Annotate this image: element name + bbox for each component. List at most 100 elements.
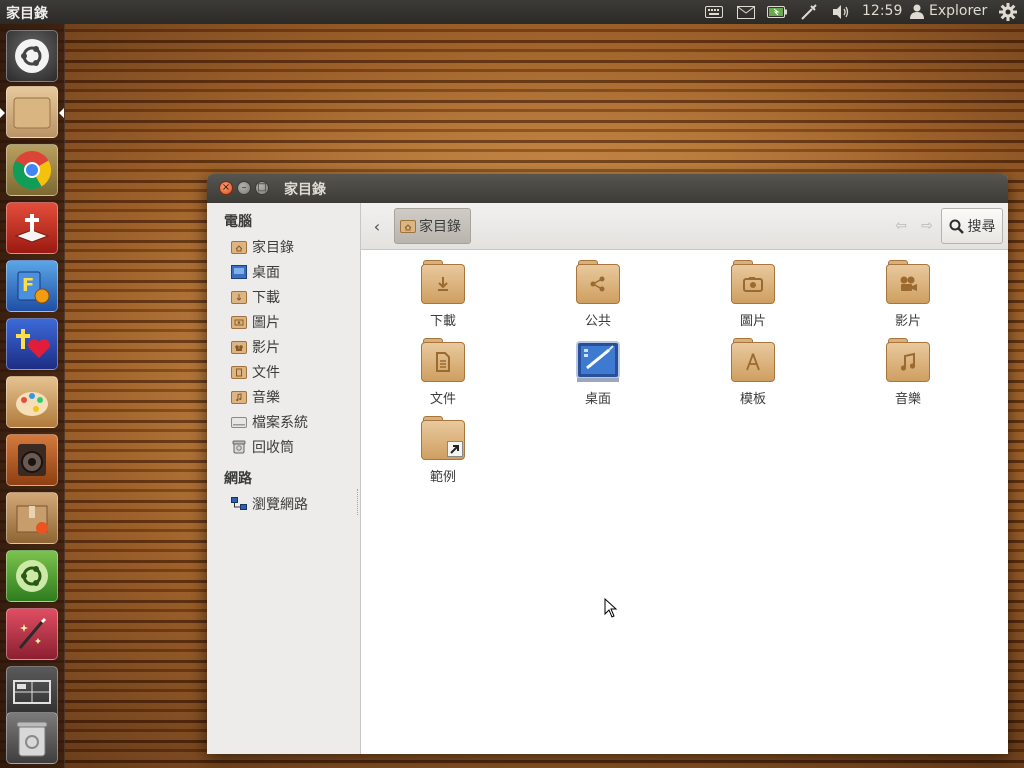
- public-folder-icon: [575, 260, 621, 306]
- clock[interactable]: 12:59: [862, 3, 902, 19]
- launcher-sound[interactable]: [6, 434, 58, 486]
- launcher-workspace-switcher[interactable]: [6, 666, 58, 718]
- sidebar-item-downloads[interactable]: 下載: [207, 285, 359, 309]
- file-item-label: 下載: [429, 314, 456, 329]
- launcher: F: [0, 24, 65, 768]
- user-icon[interactable]: [910, 4, 924, 23]
- cross-heart-icon: [16, 329, 50, 358]
- sidebar-item-videos[interactable]: 影片: [207, 335, 359, 359]
- music-folder-icon: [231, 390, 247, 404]
- maximize-button[interactable]: □: [255, 181, 269, 195]
- window-titlebar[interactable]: × – □ 家目錄: [207, 174, 1008, 203]
- file-item-label: 音樂: [894, 392, 921, 407]
- trash-icon: [231, 440, 247, 454]
- launcher-software-center[interactable]: [6, 550, 58, 602]
- home-folder-icon: [400, 219, 416, 233]
- software-center-icon: [16, 560, 48, 592]
- book-icon: F: [17, 271, 50, 304]
- music-folder-icon: [885, 338, 931, 384]
- sidebar-item-music[interactable]: 音樂: [207, 385, 359, 409]
- drive-icon: [231, 415, 247, 429]
- file-item-templates[interactable]: 模板: [698, 338, 808, 408]
- file-item-label: 影片: [894, 314, 921, 329]
- battery-icon[interactable]: [766, 3, 788, 21]
- launcher-trash[interactable]: [6, 712, 58, 764]
- user-name[interactable]: Explorer: [929, 3, 987, 19]
- keyboard-icon[interactable]: [704, 3, 724, 21]
- paint-icon: [16, 392, 48, 416]
- breadcrumb[interactable]: 家目錄: [394, 208, 471, 244]
- launcher-active-indicator: [59, 108, 64, 118]
- file-item-label: 模板: [739, 392, 766, 407]
- ubuntu-icon: [15, 39, 49, 73]
- magic-wand-icon: [18, 617, 47, 649]
- launcher-learning[interactable]: F: [6, 260, 58, 312]
- mouse-cursor-icon: [604, 597, 618, 622]
- launcher-package[interactable]: [6, 492, 58, 544]
- sidebar-item-documents[interactable]: 文件: [207, 360, 359, 384]
- file-item-public[interactable]: 公共: [543, 260, 653, 330]
- launcher-ubuntu-dash[interactable]: [6, 30, 58, 82]
- sidebar-item-pictures[interactable]: 圖片: [207, 310, 359, 334]
- top-panel-title: 家目錄: [6, 6, 48, 22]
- sidebar-item-home[interactable]: 家目錄: [207, 235, 359, 259]
- downloads-folder-icon: [420, 260, 466, 306]
- file-item-pictures[interactable]: 圖片: [698, 260, 808, 330]
- shortcut-arrow-icon: [447, 441, 463, 457]
- videos-folder-icon: [885, 260, 931, 306]
- mail-icon[interactable]: [735, 3, 757, 21]
- launcher-bible[interactable]: [6, 202, 58, 254]
- pictures-folder-icon: [730, 260, 776, 306]
- home-folder-icon: [231, 240, 247, 254]
- sidebar-item-desktop[interactable]: 桌面: [207, 260, 359, 284]
- file-item-downloads[interactable]: 下載: [388, 260, 498, 330]
- close-button[interactable]: ×: [219, 181, 233, 195]
- file-item-label: 圖片: [739, 314, 766, 329]
- videos-folder-icon: [231, 340, 247, 354]
- file-view[interactable]: 下載 公共 圖片 影片 文件 桌面 模板 音樂 範例: [361, 250, 1008, 754]
- sidebar-item-label: 檔案系統: [252, 415, 308, 431]
- file-item-desktop[interactable]: 桌面: [543, 338, 653, 408]
- launcher-chrome[interactable]: [6, 144, 58, 196]
- sidebar-item-label: 瀏覽網路: [252, 497, 308, 513]
- toolbar: ‹ 家目錄 ⇦ ⇨ 搜尋: [361, 203, 1008, 250]
- sidebar-item-trash[interactable]: 回收筒: [207, 435, 359, 459]
- file-item-examples[interactable]: 範例: [388, 416, 498, 486]
- sidebar-header-network: 網路: [224, 471, 252, 487]
- launcher-files[interactable]: [6, 86, 58, 138]
- launcher-magic[interactable]: [6, 608, 58, 660]
- sidebar-item-label: 家目錄: [252, 240, 294, 256]
- sidebar-item-browse-network[interactable]: 瀏覽網路: [207, 492, 359, 516]
- network-icon[interactable]: [798, 3, 820, 21]
- search-icon: [949, 219, 964, 234]
- trash-icon: [16, 721, 48, 757]
- bible-icon: [14, 214, 50, 243]
- nav-forward-button[interactable]: ⇨: [919, 218, 935, 234]
- templates-folder-icon: [730, 338, 776, 384]
- file-item-label: 文件: [429, 392, 456, 407]
- workspace-icon: [13, 680, 51, 704]
- file-item-documents[interactable]: 文件: [388, 338, 498, 408]
- sidebar-item-filesystem[interactable]: 檔案系統: [207, 410, 359, 434]
- chevron-left-icon: ‹: [373, 216, 381, 236]
- downloads-folder-icon: [231, 290, 247, 304]
- launcher-faith[interactable]: [6, 318, 58, 370]
- file-item-music[interactable]: 音樂: [853, 338, 963, 408]
- minimize-button[interactable]: –: [237, 181, 251, 195]
- arrow-left-icon: ⇦: [895, 218, 907, 234]
- svg-text:F: F: [22, 275, 34, 296]
- close-icon: ×: [221, 182, 231, 193]
- back-button[interactable]: ‹: [369, 215, 385, 237]
- search-button[interactable]: 搜尋: [941, 208, 1003, 244]
- file-item-videos[interactable]: 影片: [853, 260, 963, 330]
- file-item-label: 範例: [429, 470, 456, 485]
- launcher-paint[interactable]: [6, 376, 58, 428]
- volume-icon[interactable]: [830, 3, 852, 21]
- file-item-label: 桌面: [584, 392, 611, 407]
- sidebar: 電腦 家目錄 桌面 下載 圖片 影片 文件 音樂 檔案系統 回收筒 網路 瀏覽網…: [207, 203, 361, 754]
- gear-icon[interactable]: [998, 3, 1018, 21]
- network-icon: [231, 497, 247, 511]
- breadcrumb-label: 家目錄: [419, 219, 461, 235]
- nav-back-button[interactable]: ⇦: [893, 218, 909, 234]
- file-item-label: 公共: [584, 314, 611, 329]
